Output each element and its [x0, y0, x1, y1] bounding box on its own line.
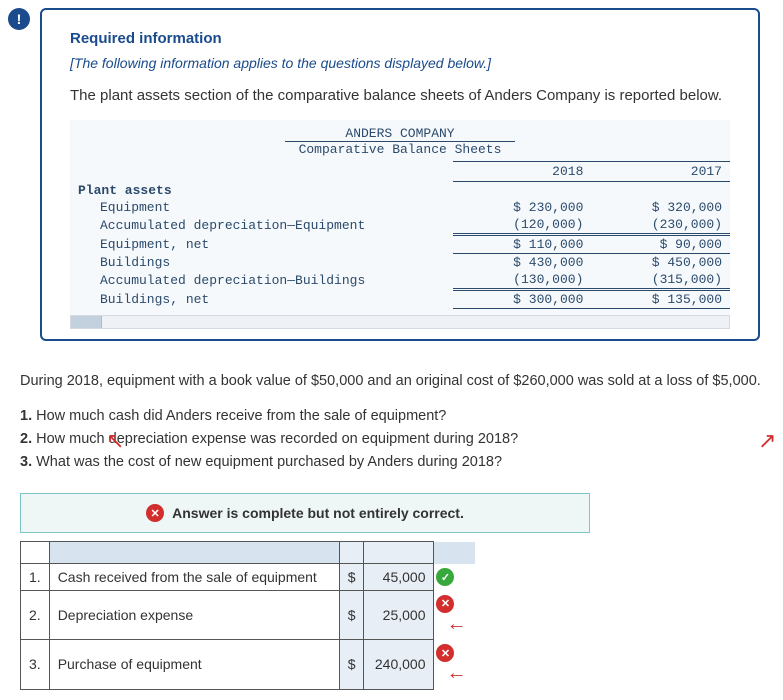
q-text: How much cash did Anders receive from th…: [36, 408, 446, 424]
horizontal-scrollbar[interactable]: [70, 315, 730, 329]
answer-num: 1.: [21, 564, 50, 591]
cell: $ 300,000: [453, 290, 592, 309]
cell: $ 135,000: [591, 290, 730, 309]
cross-icon: ✕: [436, 595, 454, 613]
annotation-arrow-icon: ↗: [758, 428, 776, 454]
required-info-card: Required information [The following info…: [40, 8, 760, 341]
answer-num: 2.: [21, 590, 50, 640]
answer-value[interactable]: 25,000: [364, 590, 434, 640]
currency: $: [339, 564, 364, 591]
cell: $ 320,000: [591, 199, 730, 216]
cell: $ 430,000: [453, 254, 592, 272]
annotation-arrow-icon: ↖: [106, 428, 124, 454]
intro-text: The plant assets section of the comparat…: [70, 85, 730, 106]
cross-icon: ✕: [436, 644, 454, 662]
row-label: Equipment: [70, 199, 453, 216]
question-2: 2. How much depreciation expense was rec…: [20, 429, 763, 450]
cell: (120,000): [453, 216, 592, 235]
row-label: Buildings: [70, 254, 453, 272]
required-title: Required information: [70, 30, 730, 47]
sheet-header: ANDERS COMPANY Comparative Balance Sheet…: [70, 120, 730, 157]
answers-table: 1. Cash received from the sale of equipm…: [20, 541, 475, 690]
sheet-title: Comparative Balance Sheets: [70, 142, 730, 157]
cell: $ 450,000: [591, 254, 730, 272]
row-label: Buildings, net: [70, 290, 453, 309]
cross-icon: ✕: [146, 504, 164, 522]
row-label: Accumulated depreciation—Buildings: [70, 271, 453, 290]
currency: $: [339, 590, 364, 640]
q-number: 3.: [20, 454, 32, 470]
balance-sheet: ANDERS COMPANY Comparative Balance Sheet…: [70, 120, 730, 329]
answer-desc: Depreciation expense: [49, 590, 339, 640]
required-subtitle: [The following information applies to th…: [70, 55, 730, 71]
cell: $ 230,000: [453, 199, 592, 216]
answer-desc: Cash received from the sale of equipment: [49, 564, 339, 591]
q-text: What was the cost of new equipment purch…: [36, 454, 502, 470]
check-icon: ✓: [436, 568, 454, 586]
answer-row: 2. Depreciation expense $ 25,000 ✕←: [21, 590, 475, 640]
question-1: 1. How much cash did Anders receive from…: [20, 406, 763, 427]
col-2017: 2017: [591, 162, 730, 182]
cell: $ 110,000: [453, 235, 592, 254]
narrative-text: During 2018, equipment with a book value…: [20, 371, 763, 392]
cell: $ 90,000: [591, 235, 730, 254]
question-3: 3. What was the cost of new equipment pu…: [20, 452, 763, 473]
annotation-arrow-icon: ←: [446, 613, 466, 635]
cell: (130,000): [453, 271, 592, 290]
row-label: Accumulated depreciation—Equipment: [70, 216, 453, 235]
feedback-text: Answer is complete but not entirely corr…: [172, 505, 464, 521]
cell: (230,000): [591, 216, 730, 235]
q-number: 1.: [20, 408, 32, 424]
q-number: 2.: [20, 431, 32, 447]
alert-icon: !: [8, 8, 30, 30]
cell: (315,000): [591, 271, 730, 290]
question-list: 1. How much cash did Anders receive from…: [20, 406, 763, 473]
answer-row: 1. Cash received from the sale of equipm…: [21, 564, 475, 591]
row-label: Equipment, net: [70, 235, 453, 254]
company-name: ANDERS COMPANY: [285, 126, 514, 142]
col-2018: 2018: [453, 162, 592, 182]
section-label: Plant assets: [70, 182, 730, 200]
exclamation-glyph: !: [17, 11, 22, 27]
balance-table: 2018 2017 Plant assets Equipment $ 230,0…: [70, 161, 730, 309]
answer-value[interactable]: 45,000: [364, 564, 434, 591]
annotation-arrow-icon: ←: [446, 662, 466, 684]
feedback-banner: ✕ Answer is complete but not entirely co…: [20, 493, 590, 533]
